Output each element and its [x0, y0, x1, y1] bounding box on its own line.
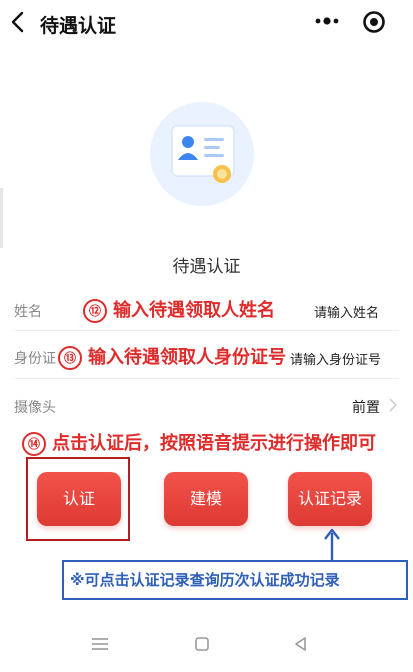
target-icon[interactable]	[362, 10, 386, 34]
step-13-badge: ⑬	[58, 346, 82, 370]
verify-annotation: ⑭ 点击认证后，按照语音提示进行操作即可	[22, 429, 376, 456]
records-button[interactable]: 认证记录	[288, 472, 372, 526]
page-title: 待遇认证	[40, 15, 117, 37]
back-triangle-icon[interactable]	[293, 636, 309, 652]
id-annotation: ⑬ 输入待遇领取人身份证号	[58, 343, 286, 370]
name-annotation: ⑫ 输入待遇领取人姓名	[83, 296, 275, 323]
id-label: 身份证	[14, 351, 56, 367]
name-input[interactable]: 请输入姓名	[314, 302, 379, 321]
id-annotation-text: 输入待遇领取人身份证号	[88, 347, 286, 368]
step-12-badge: ⑫	[83, 299, 107, 323]
camera-label: 摄像头	[14, 400, 56, 416]
step-14-badge: ⑭	[22, 432, 46, 456]
camera-select[interactable]: 前置	[352, 397, 380, 417]
verify-annotation-text: 点击认证后，按照语音提示进行操作即可	[52, 433, 376, 454]
verify-button[interactable]: 认证	[37, 472, 121, 526]
arrow-up-icon	[324, 528, 340, 560]
menu-icon[interactable]	[90, 636, 110, 652]
name-label: 姓名	[14, 304, 42, 320]
id-card-icon	[150, 102, 254, 206]
divider	[14, 330, 399, 331]
chevron-right-icon[interactable]	[388, 397, 398, 413]
divider	[14, 378, 399, 379]
id-input[interactable]: 请输入身份证号	[290, 349, 381, 368]
scroll-indicator	[0, 188, 3, 248]
records-note: ※可点击认证记录查询历次认证成功记录	[62, 560, 408, 600]
more-dots-icon[interactable]	[314, 14, 340, 28]
model-button[interactable]: 建模	[164, 472, 248, 526]
section-heading: 待遇认证	[172, 257, 241, 277]
name-annotation-text: 输入待遇领取人姓名	[113, 300, 275, 321]
home-square-icon[interactable]	[194, 636, 210, 652]
back-chevron-icon[interactable]	[8, 10, 28, 34]
